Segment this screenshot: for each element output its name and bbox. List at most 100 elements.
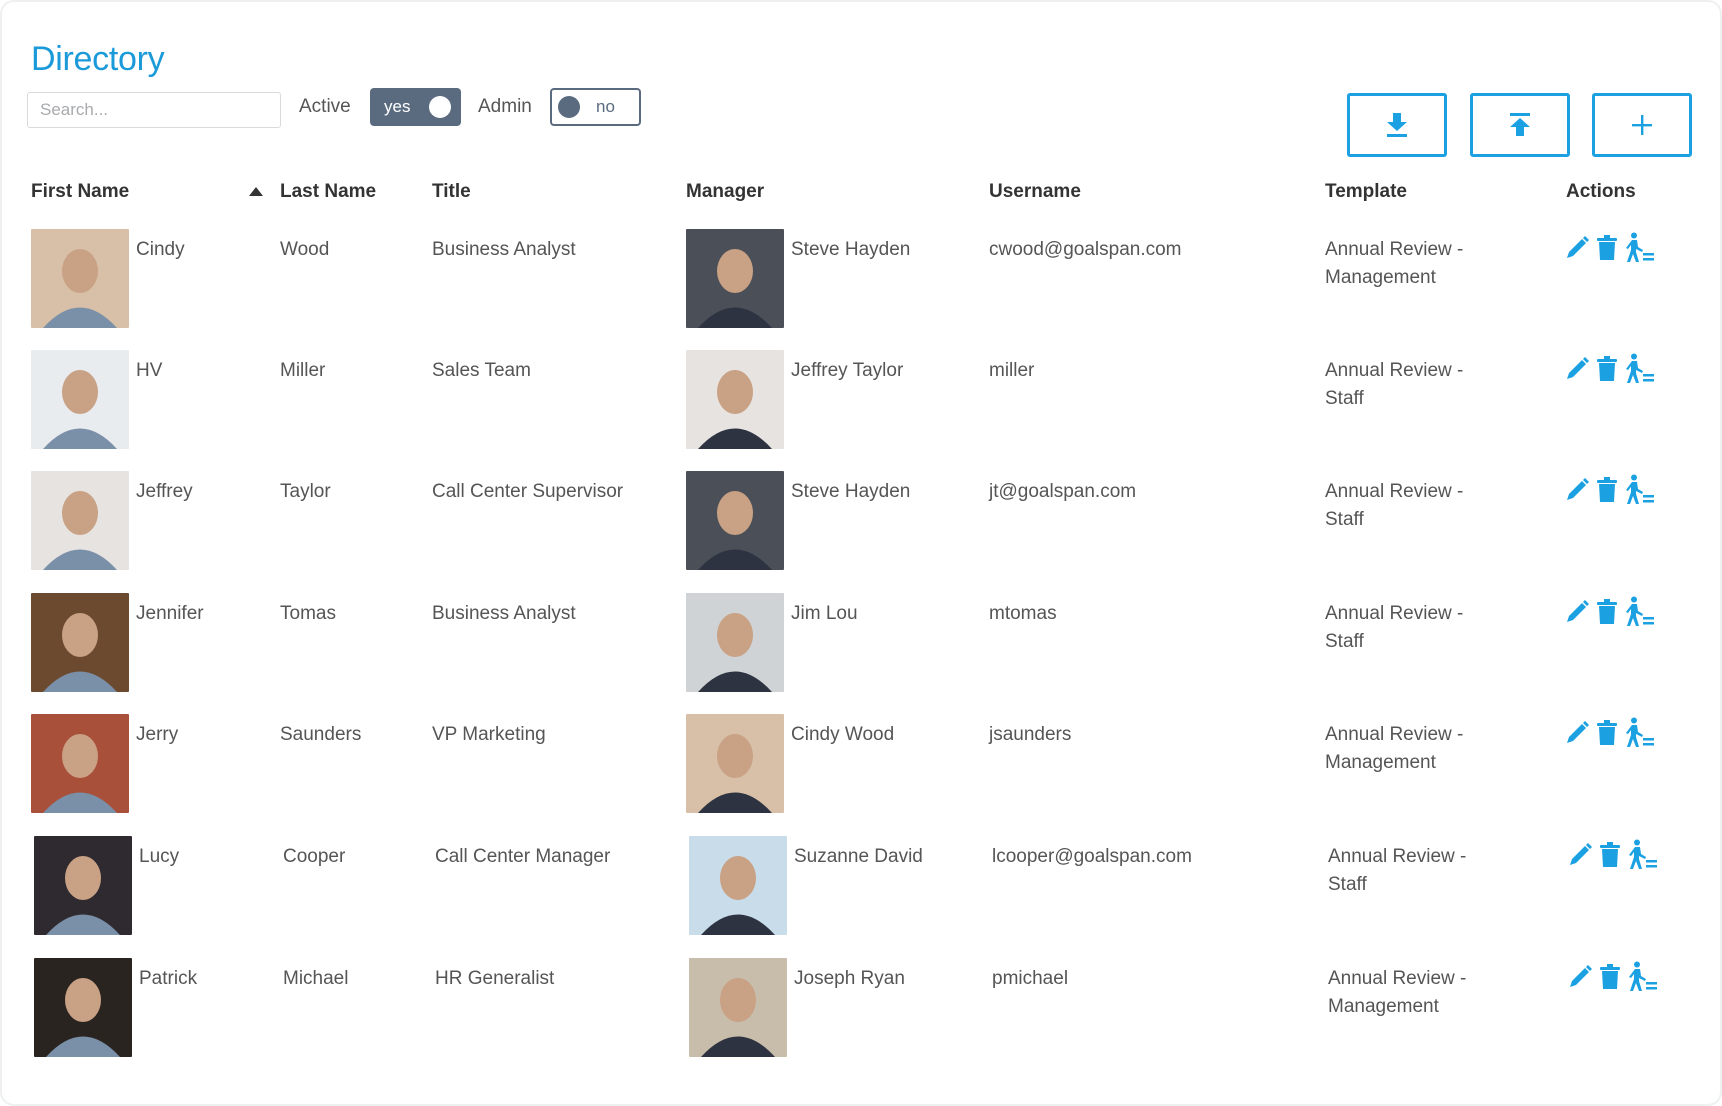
manager-cell[interactable]: Steve Hayden	[791, 236, 910, 264]
column-header-first-name[interactable]: First Name	[31, 181, 129, 203]
plus-icon	[1632, 115, 1652, 135]
username-cell: pmichael	[992, 968, 1069, 989]
download-button[interactable]	[1347, 93, 1447, 157]
table-row[interactable]: Jennifer Tomas Business Analyst Jim Lou …	[0, 593, 1722, 714]
row-actions	[1567, 839, 1659, 871]
manager-cell[interactable]: Jeffrey Taylor	[791, 357, 903, 385]
transfer-button[interactable]	[1624, 596, 1656, 628]
edit-button[interactable]	[1564, 599, 1590, 625]
title-cell: Call Center Supervisor	[432, 481, 624, 502]
person-photo-icon	[31, 471, 129, 570]
person-photo-icon	[686, 714, 784, 813]
last-name-cell: Miller	[280, 360, 326, 381]
column-header-username[interactable]: Username	[989, 181, 1081, 203]
table-row[interactable]: Patrick Michael HR Generalist Joseph Rya…	[3, 958, 1722, 1079]
pencil-icon	[1567, 236, 1589, 258]
table-row[interactable]: Jerry Saunders VP Marketing Cindy Wood j…	[0, 714, 1722, 835]
title-cell: Sales Team	[432, 360, 531, 381]
manager-avatar	[689, 958, 787, 1057]
search-input[interactable]	[27, 92, 281, 128]
column-header-actions: Actions	[1566, 181, 1636, 202]
delete-button[interactable]	[1599, 964, 1621, 990]
delete-button[interactable]	[1599, 842, 1621, 868]
admin-filter-label: Admin	[478, 96, 532, 117]
delete-button[interactable]	[1596, 720, 1618, 746]
active-filter-label: Active	[299, 96, 351, 117]
row-actions	[1564, 596, 1656, 628]
template-cell: Annual Review - Staff	[1325, 360, 1464, 409]
username-cell: mtomas	[989, 603, 1057, 624]
delete-button[interactable]	[1596, 477, 1618, 503]
person-photo-icon	[689, 836, 787, 935]
last-name-cell: Michael	[283, 968, 349, 989]
upload-button[interactable]	[1470, 93, 1570, 157]
manager-cell[interactable]: Joseph Ryan	[794, 965, 905, 993]
column-header-manager[interactable]: Manager	[686, 181, 764, 203]
manager-cell[interactable]: Jim Lou	[791, 600, 858, 628]
edit-button[interactable]	[1567, 842, 1593, 868]
person-photo-icon	[31, 350, 129, 449]
column-header-title[interactable]: Title	[432, 181, 471, 203]
transfer-button[interactable]	[1624, 717, 1656, 749]
edit-button[interactable]	[1564, 720, 1590, 746]
transfer-button[interactable]	[1624, 232, 1656, 264]
person-photo-icon	[31, 593, 129, 692]
edit-button[interactable]	[1564, 235, 1590, 261]
row-actions	[1564, 474, 1656, 506]
transfer-button[interactable]	[1624, 474, 1656, 506]
row-actions	[1564, 353, 1656, 385]
template-cell: Annual Review - Staff	[1325, 603, 1464, 652]
transfer-button[interactable]	[1624, 353, 1656, 385]
person-photo-icon	[34, 836, 132, 935]
template-cell: Annual Review - Management	[1328, 968, 1467, 1017]
person-transfer-icon	[1626, 353, 1654, 383]
add-user-button[interactable]	[1592, 93, 1692, 157]
delete-button[interactable]	[1596, 599, 1618, 625]
manager-cell[interactable]: Cindy Wood	[791, 721, 894, 749]
column-header-template[interactable]: Template	[1325, 181, 1407, 203]
person-photo-icon	[34, 958, 132, 1057]
download-icon	[1387, 113, 1407, 137]
template-cell: Annual Review - Management	[1325, 724, 1464, 773]
person-photo-icon	[686, 471, 784, 570]
username-cell: lcooper@goalspan.com	[992, 846, 1192, 867]
employee-avatar	[31, 714, 129, 813]
trash-icon	[1597, 235, 1617, 260]
upload-icon	[1510, 113, 1530, 136]
trash-icon	[1597, 477, 1617, 502]
manager-cell[interactable]: Suzanne David	[794, 843, 923, 871]
first-name-cell: Jerry	[136, 724, 179, 745]
toggle-knob	[558, 96, 580, 118]
admin-toggle[interactable]: no	[550, 88, 641, 126]
delete-button[interactable]	[1596, 235, 1618, 261]
person-transfer-icon	[1626, 232, 1654, 262]
manager-avatar	[686, 714, 784, 813]
table-row[interactable]: HV Miller Sales Team Jeffrey Taylor mill…	[0, 350, 1722, 471]
edit-button[interactable]	[1564, 477, 1590, 503]
transfer-button[interactable]	[1627, 961, 1659, 993]
active-toggle[interactable]: yes	[370, 88, 461, 126]
transfer-button[interactable]	[1627, 839, 1659, 871]
manager-cell[interactable]: Steve Hayden	[791, 478, 910, 506]
table-row[interactable]: Cindy Wood Business Analyst Steve Hayden…	[0, 229, 1722, 350]
username-cell: cwood@goalspan.com	[989, 239, 1182, 260]
template-cell: Annual Review - Management	[1325, 239, 1464, 288]
delete-button[interactable]	[1596, 356, 1618, 382]
edit-button[interactable]	[1564, 356, 1590, 382]
person-photo-icon	[686, 593, 784, 692]
table-row[interactable]: Lucy Cooper Call Center Manager Suzanne …	[3, 836, 1722, 957]
pencil-icon	[1567, 600, 1589, 622]
edit-button[interactable]	[1567, 964, 1593, 990]
person-transfer-icon	[1626, 717, 1654, 747]
title-cell: Business Analyst	[432, 603, 576, 624]
person-photo-icon	[31, 714, 129, 813]
first-name-cell: HV	[136, 360, 163, 381]
person-photo-icon	[686, 350, 784, 449]
row-actions	[1567, 961, 1659, 993]
title-cell: HR Generalist	[435, 968, 555, 989]
last-name-cell: Tomas	[280, 603, 336, 624]
pencil-icon	[1567, 357, 1589, 379]
table-row[interactable]: Jeffrey Taylor Call Center Supervisor St…	[0, 471, 1722, 592]
column-header-last-name[interactable]: Last Name	[280, 181, 376, 203]
pencil-icon	[1570, 843, 1592, 865]
